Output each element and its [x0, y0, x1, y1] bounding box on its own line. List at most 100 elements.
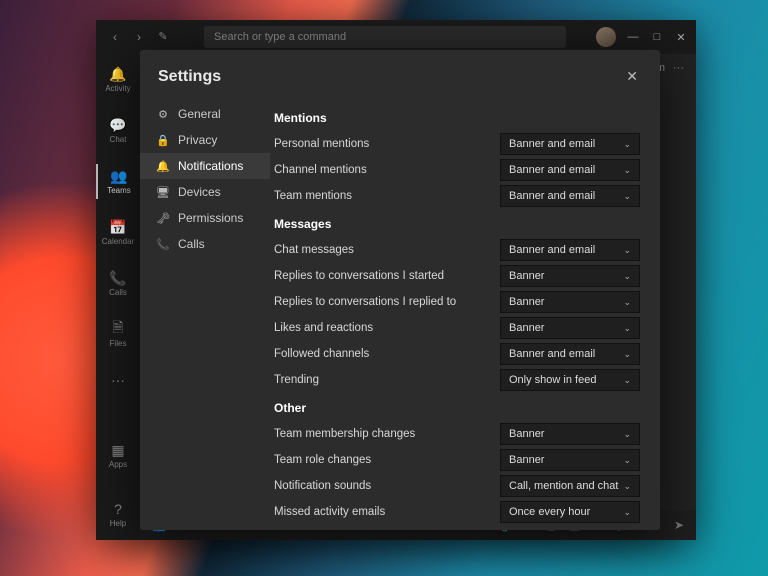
dropdown-value: Banner and email — [509, 244, 595, 256]
settings-title: Settings — [158, 68, 221, 86]
settings-nav-devices[interactable]: 🖥 Devices — [140, 179, 270, 205]
settings-nav-label: Calls — [178, 237, 205, 251]
rail-files[interactable]: 🗎 Files — [96, 317, 140, 352]
settings-nav-calls[interactable]: 📞 Calls — [140, 231, 270, 257]
setting-label: Team membership changes — [274, 428, 500, 440]
chevron-down-icon: ⌄ — [623, 271, 631, 282]
chevron-down-icon: ⌄ — [623, 165, 631, 176]
rail-calls[interactable]: 📞 Calls — [96, 266, 140, 301]
setting-label: Trending — [274, 374, 500, 386]
setting-row: Personal mentions Banner and email ⌄ — [274, 133, 640, 155]
settings-nav-label: Devices — [178, 185, 221, 199]
minimize-button[interactable]: — — [626, 31, 640, 43]
settings-nav-general[interactable]: ⚙ General — [140, 101, 270, 127]
bell-icon: 🔔 — [156, 159, 170, 173]
setting-label: Missed activity emails — [274, 506, 500, 518]
dropdown-value: Call, mention and chat — [509, 480, 618, 492]
chevron-down-icon: ⌄ — [623, 429, 631, 440]
setting-row: Team membership changes Banner ⌄ — [274, 423, 640, 445]
setting-dropdown[interactable]: Banner and email ⌄ — [500, 185, 640, 207]
setting-label: Followed channels — [274, 348, 500, 360]
dropdown-value: Banner and email — [509, 190, 595, 202]
avatar[interactable] — [596, 27, 616, 47]
call-icon: 📞 — [156, 237, 170, 251]
settings-nav-label: Notifications — [178, 159, 243, 173]
dropdown-value: Banner — [509, 270, 544, 282]
setting-label: Chat messages — [274, 244, 500, 256]
setting-dropdown[interactable]: Banner and email ⌄ — [500, 159, 640, 181]
new-note-button[interactable]: ✎ — [156, 30, 170, 44]
dropdown-value: Once every hour — [509, 506, 590, 518]
close-icon[interactable]: ✕ — [622, 64, 642, 89]
search-placeholder: Search or type a command — [214, 31, 346, 43]
close-window-button[interactable]: ✕ — [674, 31, 688, 44]
setting-dropdown[interactable]: Banner ⌄ — [500, 265, 640, 287]
tab-more[interactable]: ··· — [673, 62, 684, 74]
settings-nav-notifications[interactable]: 🔔 Notifications — [140, 153, 270, 179]
maximize-button[interactable]: □ — [650, 31, 664, 43]
settings-nav-label: General — [178, 107, 221, 121]
settings-nav-privacy[interactable]: 🔒 Privacy — [140, 127, 270, 153]
setting-row: Likes and reactionsBanner⌄ — [274, 317, 640, 339]
setting-dropdown[interactable]: Only show in feed⌄ — [500, 369, 640, 391]
settings-nav: ⚙ General 🔒 Privacy 🔔 Notifications 🖥 Devices 🗝 P… — [140, 97, 270, 530]
perm-icon: 🗝 — [156, 211, 170, 225]
apps-icon: ▦ — [110, 442, 126, 458]
rail-teams[interactable]: 👥 Teams — [96, 164, 140, 199]
settings-nav-label: Privacy — [178, 133, 217, 147]
section-header: Messages — [274, 217, 640, 231]
setting-dropdown[interactable]: Banner and email⌄ — [500, 239, 640, 261]
setting-dropdown[interactable]: Banner⌄ — [500, 317, 640, 339]
setting-dropdown[interactable]: Once every hour ⌄ — [500, 501, 640, 523]
setting-label: Likes and reactions — [274, 322, 500, 334]
back-button[interactable]: ‹ — [108, 30, 122, 44]
setting-dropdown[interactable]: Banner ⌄ — [500, 449, 640, 471]
teams-icon: 👥 — [111, 168, 127, 184]
settings-nav-label: Permissions — [178, 211, 243, 225]
rail-calendar[interactable]: 📅 Calendar — [96, 215, 140, 250]
rail-chat[interactable]: 💬 Chat — [96, 113, 140, 148]
forward-button[interactable]: › — [132, 30, 146, 44]
compose-send-icon[interactable]: ➤ — [674, 518, 684, 532]
setting-row: Followed channels Banner and email ⌄ — [274, 343, 640, 365]
setting-dropdown[interactable]: Call, mention and chat⌄ — [500, 475, 640, 497]
device-icon: 🖥 — [156, 185, 170, 199]
setting-row: Channel mentions Banner and email ⌄ — [274, 159, 640, 181]
setting-dropdown[interactable]: Banner and email ⌄ — [500, 133, 640, 155]
rail-more[interactable]: ··· — [96, 368, 140, 392]
rail-apps[interactable]: ▦ Apps — [96, 438, 140, 473]
settings-nav-permissions[interactable]: 🗝 Permissions — [140, 205, 270, 231]
setting-dropdown[interactable]: Banner⌄ — [500, 291, 640, 313]
chat-icon: 💬 — [110, 117, 126, 133]
setting-label: Personal mentions — [274, 138, 500, 150]
setting-dropdown[interactable]: Banner and email ⌄ — [500, 343, 640, 365]
gear-icon: ⚙ — [156, 107, 170, 121]
setting-label: Replies to conversations I replied to — [274, 296, 500, 308]
setting-dropdown[interactable]: Banner ⌄ — [500, 423, 640, 445]
setting-label: Team role changes — [274, 454, 500, 466]
help-icon: ? — [110, 501, 126, 517]
dropdown-value: Banner and email — [509, 138, 595, 150]
dropdown-value: Banner — [509, 428, 544, 440]
chevron-down-icon: ⌄ — [623, 507, 631, 518]
section-header: Other — [274, 401, 640, 415]
dropdown-value: Banner and email — [509, 164, 595, 176]
phone-icon: 📞 — [110, 270, 126, 286]
chevron-down-icon: ⌄ — [623, 139, 631, 150]
setting-label: Notification sounds — [274, 480, 500, 492]
setting-row: Team mentionsBanner and email⌄ — [274, 185, 640, 207]
chevron-down-icon: ⌄ — [623, 455, 631, 466]
search-input[interactable]: Search or type a command — [204, 26, 566, 48]
setting-label: Channel mentions — [274, 164, 500, 176]
dropdown-value: Banner — [509, 454, 544, 466]
rail-help[interactable]: ? Help — [96, 497, 140, 532]
setting-row: Notification soundsCall, mention and cha… — [274, 475, 640, 497]
lock-icon: 🔒 — [156, 133, 170, 147]
setting-row: Replies to conversations I replied toBan… — [274, 291, 640, 313]
rail-activity[interactable]: 🔔 Activity — [96, 62, 140, 97]
setting-row: Chat messagesBanner and email⌄ — [274, 239, 640, 261]
dropdown-value: Banner and email — [509, 348, 595, 360]
chevron-down-icon: ⌄ — [623, 191, 631, 202]
titlebar: ‹ › ✎ Search or type a command — □ ✕ — [96, 20, 696, 54]
chevron-down-icon: ⌄ — [623, 349, 631, 360]
